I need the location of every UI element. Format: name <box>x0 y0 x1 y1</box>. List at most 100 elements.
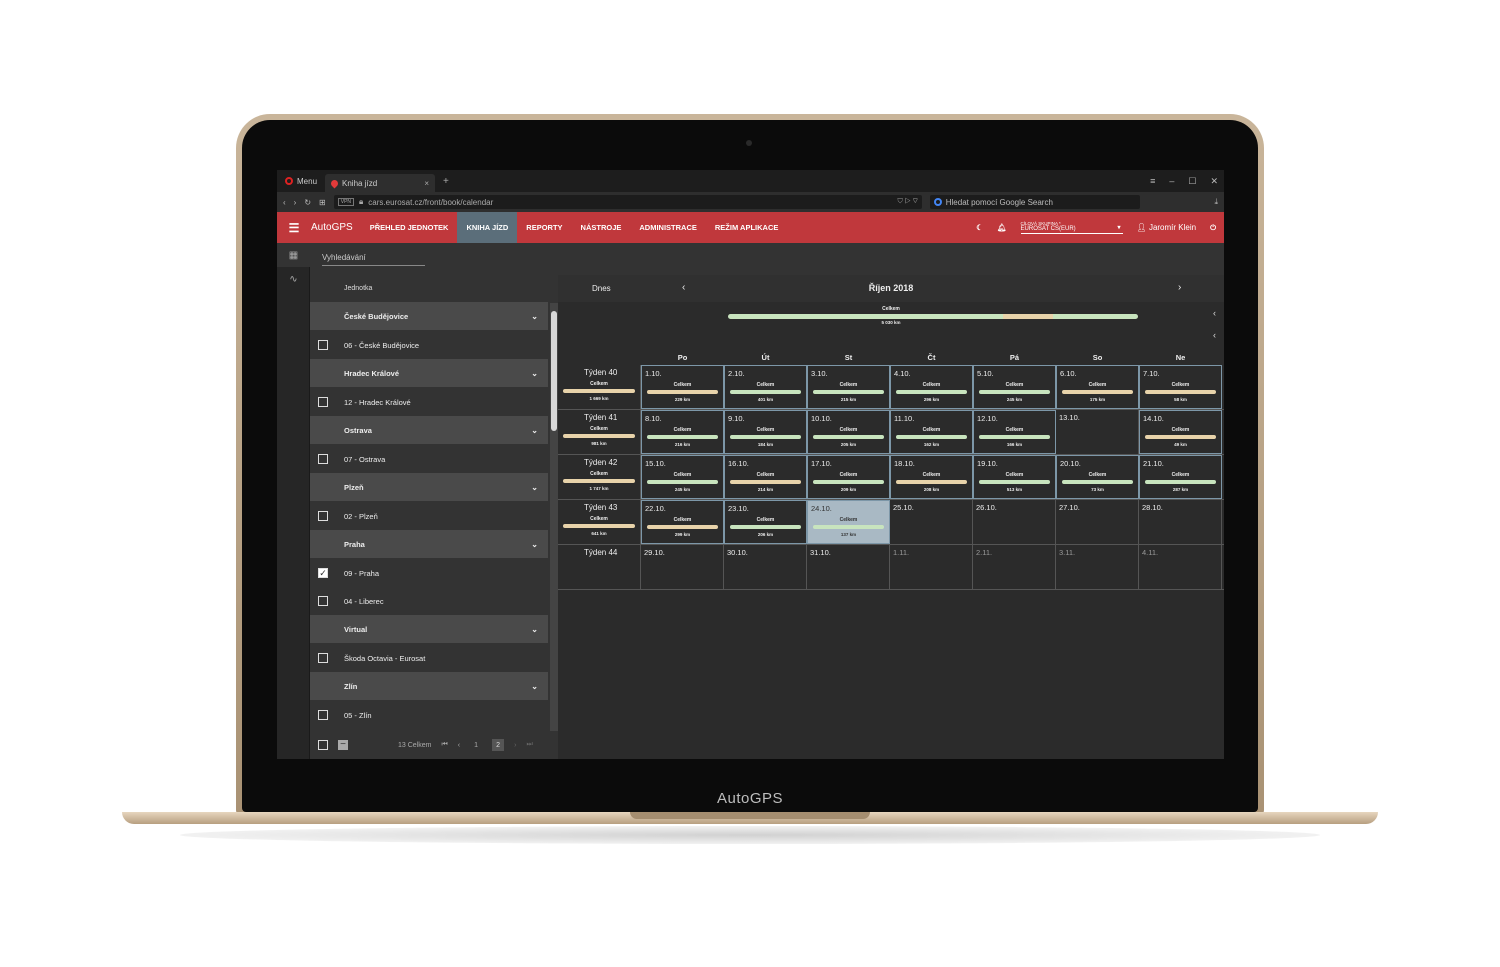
unit-group[interactable]: Praha ⌄ <box>310 530 548 558</box>
unit-row[interactable]: 07 - Ostrava <box>310 445 548 473</box>
today-button[interactable]: Dnes <box>592 284 611 293</box>
back-icon[interactable]: ‹ <box>283 198 286 207</box>
user-menu[interactable]: 👤︎ Jaromír Klein <box>1137 223 1197 232</box>
week-cell[interactable]: Týden 44 <box>558 545 641 589</box>
forward-icon[interactable]: › <box>294 198 297 207</box>
week-cell[interactable]: Týden 43 Celkem 641 km <box>558 500 641 544</box>
unit-group[interactable]: Hradec Králové ⌄ <box>310 359 548 387</box>
unit-group[interactable]: Plzeň ⌄ <box>310 473 548 501</box>
reload-icon[interactable]: ↻ <box>304 198 311 207</box>
day-cell[interactable]: 5.10. Celkem 245 km <box>973 365 1056 409</box>
bell-icon[interactable]: 🔔︎ <box>997 223 1007 232</box>
nav-administrace[interactable]: ADMINISTRACE <box>630 212 706 243</box>
collapse-icon[interactable]: ‹ <box>1213 308 1216 318</box>
maximize-icon[interactable]: ☐ <box>1188 176 1196 187</box>
download-icon[interactable]: ⤓ <box>1214 197 1218 207</box>
next-month-icon[interactable]: › <box>1178 282 1181 293</box>
day-cell[interactable]: 7.10. Celkem 58 km <box>1139 365 1222 409</box>
unit-group[interactable]: Virtual ⌄ <box>310 615 548 643</box>
nav-reporty[interactable]: REPORTY <box>517 212 571 243</box>
day-cell[interactable]: 25.10. <box>890 500 973 544</box>
unit-checkbox[interactable] <box>318 454 328 464</box>
url-actions-icons[interactable]: ⛉ ▷ ♡ <box>898 198 918 206</box>
day-cell[interactable]: 29.10. <box>641 545 724 589</box>
group-select[interactable]: CÍLOVÁ SKUPINA * EUROSAT CS(EUR) ▾ <box>1020 221 1123 234</box>
chevron-down-icon[interactable]: ⌄ <box>531 369 538 378</box>
day-cell[interactable]: 3.10. Celkem 215 km <box>807 365 890 409</box>
collapse-icon-2[interactable]: ‹ <box>1213 330 1216 340</box>
page-1[interactable]: 1 <box>470 739 482 751</box>
next-page-icon[interactable]: › <box>514 742 516 749</box>
moon-icon[interactable]: ☾ <box>976 223 983 232</box>
unit-group[interactable]: České Budějovice ⌄ <box>310 302 548 330</box>
unit-checkbox[interactable] <box>318 710 328 720</box>
calendar-icon[interactable]: ▦ <box>277 243 310 267</box>
hamburger-icon[interactable]: ☰ <box>277 221 311 235</box>
chevron-down-icon[interactable]: ⌄ <box>531 483 538 492</box>
day-cell[interactable]: 26.10. <box>973 500 1056 544</box>
browser-tab[interactable]: Kniha jízd × <box>325 174 436 192</box>
day-cell[interactable]: 10.10. Celkem 205 km <box>807 410 890 454</box>
unit-row[interactable]: Škoda Octavia - Eurosat <box>310 644 548 672</box>
unit-column-header[interactable]: Jednotka <box>310 275 558 302</box>
unit-checkbox[interactable] <box>318 653 328 663</box>
day-cell[interactable]: 30.10. <box>724 545 807 589</box>
close-tab-icon[interactable]: × <box>424 179 429 188</box>
day-cell[interactable]: 8.10. Celkem 216 km <box>641 410 724 454</box>
week-cell[interactable]: Týden 40 Celkem 1 669 km <box>558 365 641 409</box>
day-cell[interactable]: 23.10. Celkem 206 km <box>724 500 807 544</box>
day-cell[interactable]: 16.10. Celkem 214 km <box>724 455 807 499</box>
prev-month-icon[interactable]: ‹ <box>682 282 685 293</box>
unit-group[interactable]: Ostrava ⌄ <box>310 416 548 444</box>
browser-menu-button[interactable]: Menu <box>277 170 325 192</box>
day-cell[interactable]: 24.10. Celkem 137 km <box>807 500 890 544</box>
chevron-down-icon[interactable]: ⌄ <box>531 312 538 321</box>
unit-row[interactable]: 06 - České Budějovice <box>310 331 548 359</box>
unit-checkbox[interactable] <box>318 340 328 350</box>
day-cell[interactable]: 22.10. Celkem 299 km <box>641 500 724 544</box>
google-search-field[interactable]: Hledat pomocí Google Search <box>929 195 1140 209</box>
page-2[interactable]: 2 <box>492 739 505 751</box>
speed-dial-icon[interactable]: ⊞ <box>319 198 326 207</box>
day-cell[interactable]: 6.10. Celkem 175 km <box>1056 365 1139 409</box>
unit-checkbox[interactable] <box>318 511 328 521</box>
tab-menu-icon[interactable]: ≡ <box>1150 176 1155 186</box>
nav-rezim-aplikace[interactable]: REŽIM APLIKACE <box>706 212 787 243</box>
scroll-thumb[interactable] <box>551 311 557 431</box>
unit-scrollbar[interactable] <box>550 303 558 731</box>
select-all-checkbox[interactable] <box>318 740 328 750</box>
day-cell[interactable]: 1.10. Celkem 229 km <box>641 365 724 409</box>
nav-nastroje[interactable]: NÁSTROJE <box>572 212 631 243</box>
new-tab-button[interactable]: + <box>435 176 457 187</box>
day-cell[interactable]: 17.10. Celkem 209 km <box>807 455 890 499</box>
url-field[interactable]: VPN 🔒︎ cars.eurosat.cz/front/book/calend… <box>333 195 922 209</box>
nav-kniha-jizd[interactable]: KNIHA JÍZD <box>457 212 518 243</box>
unit-row[interactable]: 02 - Plzeň <box>310 502 548 530</box>
day-cell[interactable]: 28.10. <box>1139 500 1222 544</box>
chart-line-icon[interactable]: ∿ <box>277 267 310 291</box>
day-cell[interactable]: 9.10. Celkem 184 km <box>724 410 807 454</box>
day-cell[interactable]: 11.10. Celkem 162 km <box>890 410 973 454</box>
day-cell[interactable]: 2.11. <box>973 545 1056 589</box>
day-cell[interactable]: 18.10. Celkem 208 km <box>890 455 973 499</box>
unit-row[interactable]: 12 - Hradec Králové <box>310 388 548 416</box>
day-cell[interactable]: 12.10. Celkem 166 km <box>973 410 1056 454</box>
chevron-down-icon[interactable]: ⌄ <box>531 426 538 435</box>
day-cell[interactable]: 13.10. <box>1056 410 1139 454</box>
minus-icon[interactable]: − <box>338 740 348 750</box>
chevron-down-icon[interactable]: ⌄ <box>531 540 538 549</box>
day-cell[interactable]: 4.11. <box>1139 545 1222 589</box>
unit-checkbox[interactable]: ✓ <box>318 568 328 578</box>
app-logo[interactable]: AutoGPS <box>311 222 353 233</box>
day-cell[interactable]: 4.10. Celkem 296 km <box>890 365 973 409</box>
day-cell[interactable]: 20.10. Celkem 73 km <box>1056 455 1139 499</box>
first-page-icon[interactable]: ⏮ <box>441 741 447 749</box>
minimize-icon[interactable]: – <box>1169 176 1174 186</box>
chevron-down-icon[interactable]: ⌄ <box>531 682 538 691</box>
day-cell[interactable]: 21.10. Celkem 287 km <box>1139 455 1222 499</box>
day-cell[interactable]: 19.10. Celkem 513 km <box>973 455 1056 499</box>
day-cell[interactable]: 3.11. <box>1056 545 1139 589</box>
last-page-icon[interactable]: ⏭ <box>526 741 532 749</box>
prev-page-icon[interactable]: ‹ <box>458 742 460 749</box>
day-cell[interactable]: 2.10. Celkem 401 km <box>724 365 807 409</box>
